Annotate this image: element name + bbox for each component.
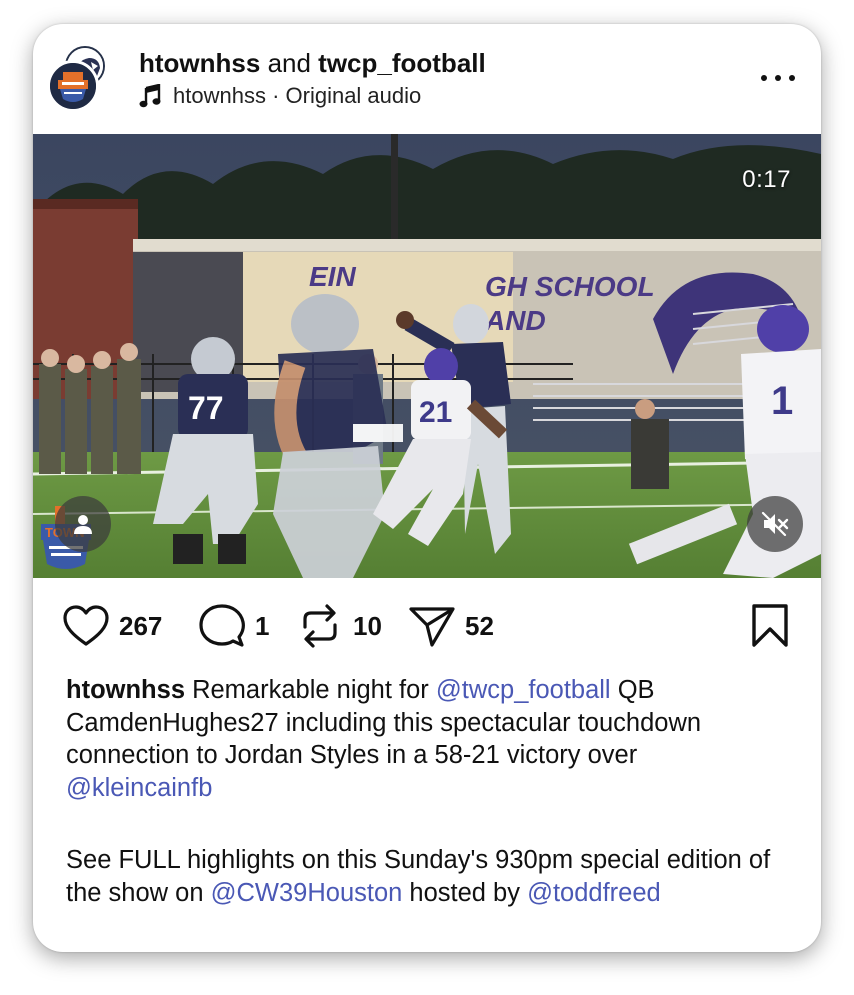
caption-paragraph-1: htownhss Remarkable night for @twcp_foot…: [66, 674, 786, 804]
repost-icon: [303, 604, 337, 648]
sign-text-1: EIN: [309, 261, 356, 292]
post-card: htownhss and twcp_football htownhss · Or…: [33, 24, 821, 952]
music-note-icon: [139, 84, 161, 108]
post-caption: htownhss Remarkable night for @twcp_foot…: [66, 674, 786, 909]
caption-text-4: hosted by: [402, 878, 528, 907]
like-count: 267: [119, 610, 163, 641]
tagged-users-button[interactable]: [55, 496, 111, 552]
author-primary-link[interactable]: htownhss: [139, 48, 260, 78]
action-bar: 267 1 10 52: [33, 599, 821, 659]
jersey-number-21: 21: [419, 396, 452, 429]
author-joiner: and: [260, 48, 319, 78]
heart-icon: [63, 605, 109, 646]
mention-cw39houston[interactable]: @CW39Houston: [211, 879, 403, 907]
caption-paragraph-2: See FULL highlights on this Sunday's 930…: [66, 844, 786, 909]
caption-username-link[interactable]: htownhss: [66, 676, 185, 704]
post-authors: htownhss and twcp_football: [139, 48, 486, 79]
mention-kleincainfb[interactable]: @kleincainfb: [66, 774, 212, 802]
sign-text-2: GH SCHOOL: [485, 271, 655, 302]
caption-text-1: Remarkable night for: [185, 676, 436, 704]
share-button[interactable]: 52: [409, 599, 494, 653]
jersey-number-1: 1: [771, 379, 793, 423]
primary-avatar[interactable]: [47, 60, 99, 112]
bookmark-icon[interactable]: [751, 604, 789, 648]
audio-label: Original audio: [285, 83, 422, 108]
sign-text-3: AND: [484, 305, 546, 336]
comment-count: 1: [255, 610, 270, 641]
mention-toddfreed[interactable]: @toddfreed: [527, 879, 661, 907]
mute-toggle-button[interactable]: [747, 496, 803, 552]
video-frame: EIN GH SCHOOL AND 77 21 1: [33, 134, 821, 578]
share-count: 52: [465, 610, 494, 641]
repost-button[interactable]: 10: [297, 599, 382, 653]
video-timer: 0:17: [742, 166, 791, 193]
audio-separator: ·: [265, 83, 286, 108]
author-avatars[interactable]: [47, 46, 113, 112]
mention-twcp-football[interactable]: @twcp_football: [436, 676, 611, 704]
comment-icon: [199, 604, 245, 647]
video-player[interactable]: EIN GH SCHOOL AND 77 21 1 0:17: [33, 134, 821, 578]
jersey-number-77: 77: [188, 390, 224, 426]
repost-count: 10: [353, 610, 382, 641]
more-options-icon[interactable]: [761, 68, 795, 88]
audio-owner: htownhss: [173, 83, 266, 108]
comment-button[interactable]: 1: [199, 599, 269, 653]
mute-icon: [761, 511, 789, 537]
post-header: htownhss and twcp_football htownhss · Or…: [33, 24, 821, 134]
author-secondary-link[interactable]: twcp_football: [318, 48, 486, 78]
like-button[interactable]: 267: [63, 599, 162, 653]
user-icon: [74, 515, 92, 534]
audio-info[interactable]: htownhss · Original audio: [139, 83, 421, 109]
share-icon: [409, 607, 455, 647]
